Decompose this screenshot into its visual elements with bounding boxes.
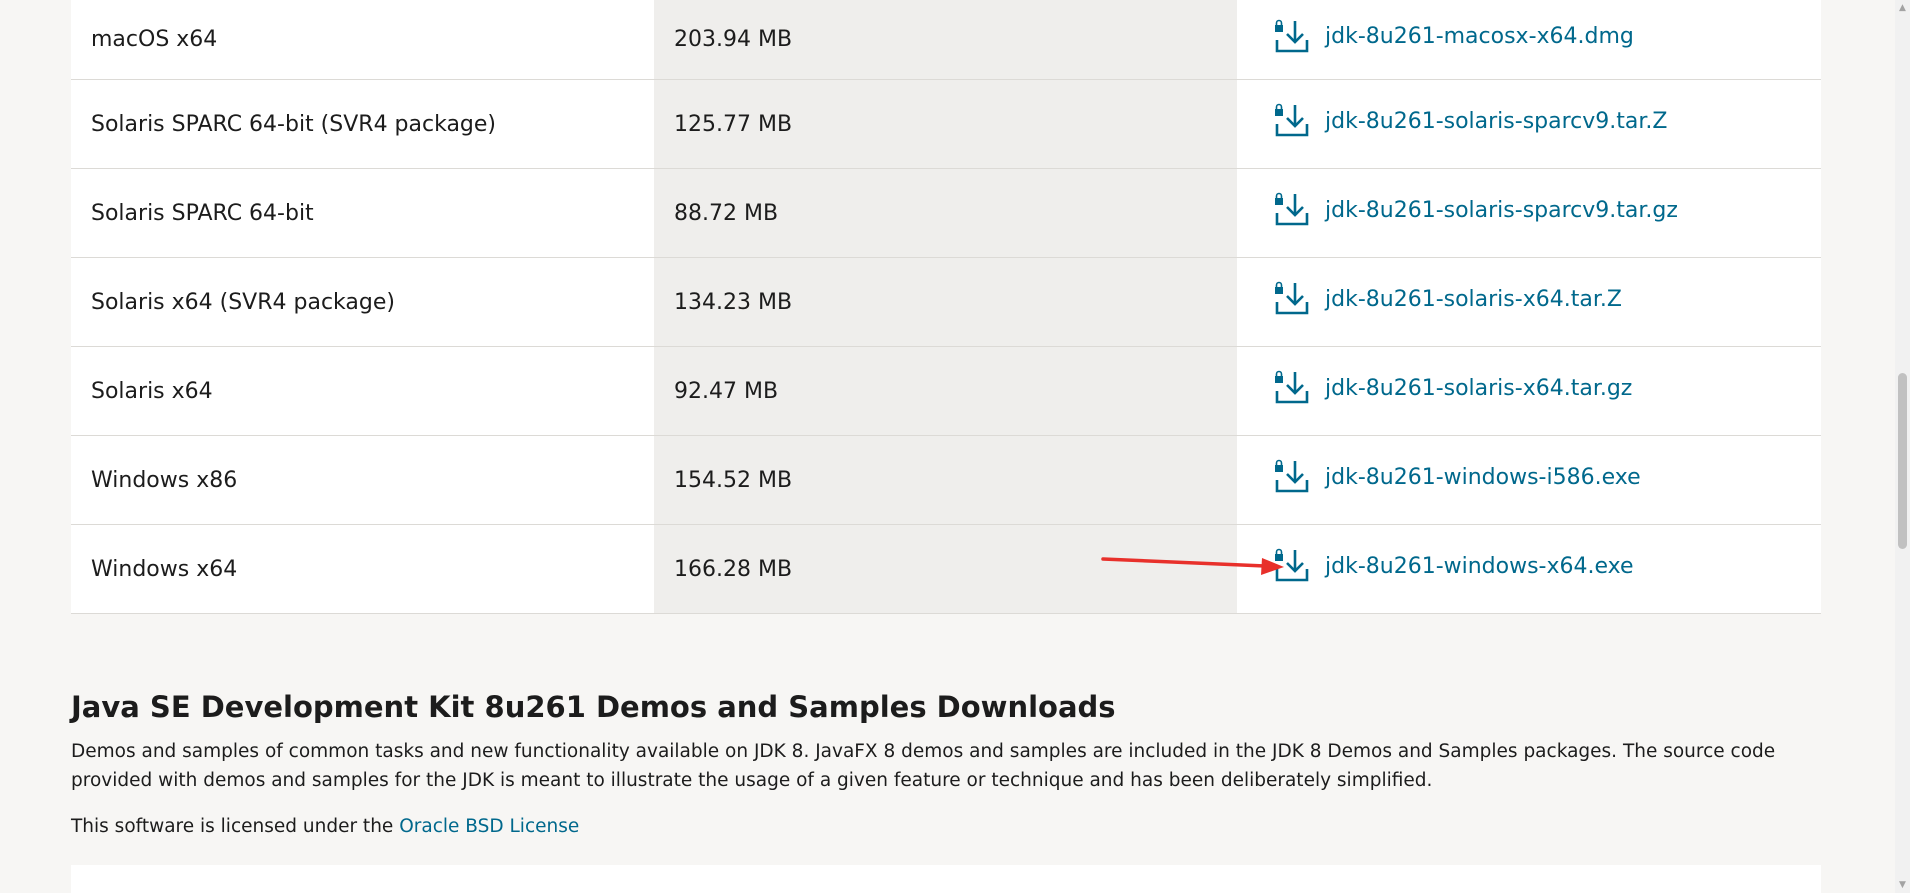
size-cell: 92.47 MB [654,346,1237,436]
license-line: This software is licensed under the Orac… [71,816,579,837]
page: macOS x64 203.94 MB jdk-8u261-macosx-x64… [0,0,1895,893]
file-cell: jdk-8u261-solaris-x64.tar.Z [1237,257,1821,347]
download-link[interactable]: jdk-8u261-solaris-x64.tar.gz [1273,369,1632,407]
size-cell: 203.94 MB [654,0,1237,80]
scroll-up-icon[interactable]: ▲ [1898,2,1907,14]
download-filename: jdk-8u261-windows-i586.exe [1325,464,1641,490]
license-link[interactable]: Oracle BSD License [399,816,579,837]
size-cell: 134.23 MB [654,257,1237,347]
download-lock-icon [1275,370,1309,404]
table-row: Solaris x64 (SVR4 package) 134.23 MB jdk… [71,257,1821,347]
product-cell: Windows x64 [71,524,654,614]
file-cell: jdk-8u261-solaris-x64.tar.gz [1237,346,1821,436]
download-lock-icon [1275,548,1309,582]
download-lock-icon [1275,281,1309,315]
file-cell: jdk-8u261-windows-i586.exe [1237,435,1821,525]
file-cell: jdk-8u261-macosx-x64.dmg [1237,0,1821,80]
table-row: macOS x64 203.94 MB jdk-8u261-macosx-x64… [71,0,1821,80]
table-row: Solaris SPARC 64-bit (SVR4 package) 125.… [71,79,1821,169]
scrollbar-thumb[interactable] [1898,373,1907,549]
product-cell: Solaris x64 (SVR4 package) [71,257,654,347]
product-cell: macOS x64 [71,0,654,80]
scroll-down-icon[interactable]: ▼ [1898,879,1907,891]
download-link[interactable]: jdk-8u261-windows-i586.exe [1273,458,1641,496]
vertical-scrollbar[interactable]: ▲ ▼ [1895,0,1910,893]
download-link[interactable]: jdk-8u261-solaris-sparcv9.tar.Z [1273,102,1667,140]
size-cell: 125.77 MB [654,79,1237,169]
file-cell: jdk-8u261-solaris-sparcv9.tar.gz [1237,168,1821,258]
download-filename: jdk-8u261-windows-x64.exe [1325,553,1634,579]
download-lock-icon [1275,103,1309,137]
download-link[interactable]: jdk-8u261-windows-x64.exe [1273,547,1634,585]
file-cell: jdk-8u261-windows-x64.exe [1237,524,1821,614]
download-filename: jdk-8u261-solaris-x64.tar.Z [1325,286,1622,312]
size-cell: 166.28 MB [654,524,1237,614]
product-cell: Windows x86 [71,435,654,525]
section-description: Demos and samples of common tasks and ne… [71,741,1776,791]
product-cell: Solaris x64 [71,346,654,436]
download-filename: jdk-8u261-solaris-x64.tar.gz [1325,375,1633,401]
table-row: Windows x64 166.28 MB jdk-8u261-windows-… [71,524,1821,614]
download-lock-icon [1275,459,1309,493]
download-lock-icon [1275,192,1309,226]
download-filename: jdk-8u261-solaris-sparcv9.tar.Z [1325,108,1668,134]
download-filename: jdk-8u261-macosx-x64.dmg [1325,24,1634,49]
license-text: This software is licensed under the [71,816,400,837]
next-table-panel [71,865,1821,893]
size-cell: 88.72 MB [654,168,1237,258]
table-row: Windows x86 154.52 MB jdk-8u261-windows-… [71,435,1821,525]
downloads-table: macOS x64 203.94 MB jdk-8u261-macosx-x64… [71,0,1821,614]
download-link[interactable]: jdk-8u261-solaris-sparcv9.tar.gz [1273,191,1678,229]
section-title: Java SE Development Kit 8u261 Demos and … [71,690,1116,724]
size-cell: 154.52 MB [654,435,1237,525]
table-row: Solaris x64 92.47 MB jdk-8u261-solaris-x… [71,346,1821,436]
product-cell: Solaris SPARC 64-bit (SVR4 package) [71,79,654,169]
product-cell: Solaris SPARC 64-bit [71,168,654,258]
download-link[interactable]: jdk-8u261-macosx-x64.dmg [1273,18,1634,56]
download-lock-icon [1275,19,1309,52]
download-link[interactable]: jdk-8u261-solaris-x64.tar.Z [1273,280,1622,318]
file-cell: jdk-8u261-solaris-sparcv9.tar.Z [1237,79,1821,169]
download-filename: jdk-8u261-solaris-sparcv9.tar.gz [1325,197,1678,223]
table-row: Solaris SPARC 64-bit 88.72 MB jdk-8u261-… [71,168,1821,258]
